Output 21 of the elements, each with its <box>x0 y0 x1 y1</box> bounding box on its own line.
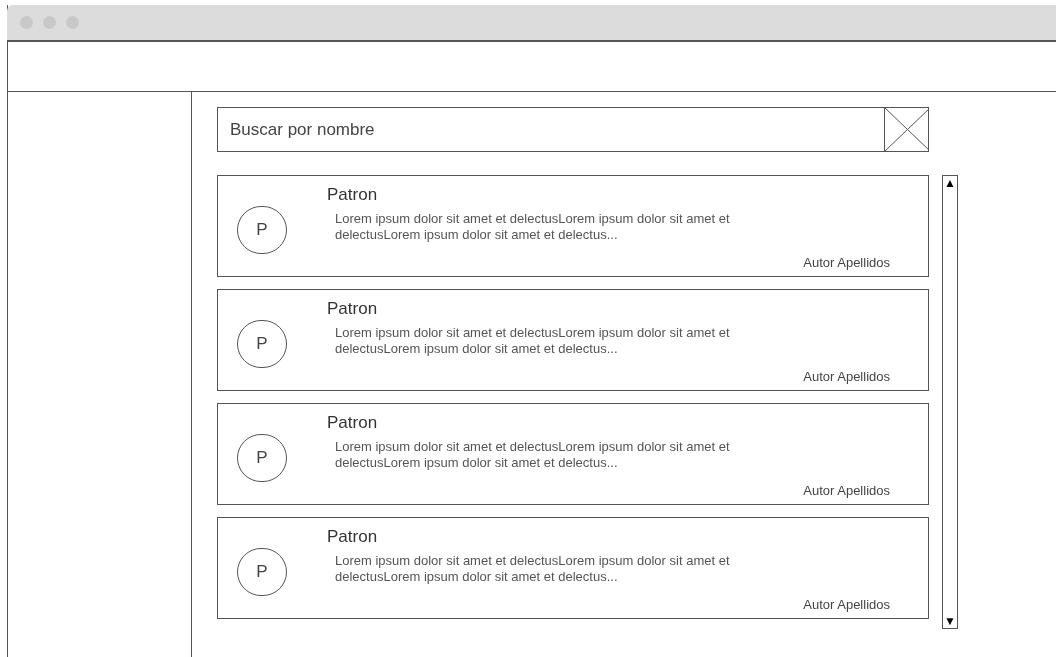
card-description: Lorem ipsum dolor sit amet et delectusLorem ipsum dolor sit amet et delectusLorem ipsum dolor sit amet et delectus... <box>335 325 731 357</box>
card-description: Lorem ipsum dolor sit amet et delectusLorem ipsum dolor sit amet et delectusLorem ipsum dolor sit amet et delectus... <box>335 211 731 243</box>
card-description: Lorem ipsum dolor sit amet et delectusLorem ipsum dolor sit amet et delectusLorem ipsum dolor sit amet et delectus... <box>335 439 731 471</box>
scrollbar[interactable]: ▲ ▼ <box>942 175 958 629</box>
list-card[interactable]: P Patron Lorem ipsum dolor sit amet et delectusLorem ipsum dolor sit amet et delectusLorem ipsum dolor sit amet et delectus... Autor Apellidos <box>217 403 929 505</box>
card-author: Autor Apellidos <box>803 253 890 272</box>
card-author: Autor Apellidos <box>803 367 890 386</box>
list-card[interactable]: P Patron Lorem ipsum dolor sit amet et delectusLorem ipsum dolor sit amet et delectusLorem ipsum dolor sit amet et delectus... Autor Apellidos <box>217 175 929 277</box>
list-card[interactable]: P Patron Lorem ipsum dolor sit amet et delectusLorem ipsum dolor sit amet et delectusLorem ipsum dolor sit amet et delectus... Autor Apellidos <box>217 517 929 619</box>
card-title: Patron <box>327 299 379 319</box>
search-field[interactable]: Buscar por nombre <box>217 107 884 152</box>
card-title: Patron <box>327 185 379 205</box>
scroll-down-arrow[interactable]: ▼ <box>944 614 956 628</box>
card-description: Lorem ipsum dolor sit amet et delectusLorem ipsum dolor sit amet et delectusLorem ipsum dolor sit amet et delectus... <box>335 553 731 585</box>
card-title: Patron <box>327 527 379 547</box>
card-title: Patron <box>327 413 379 433</box>
scroll-up-arrow[interactable]: ▲ <box>944 176 956 190</box>
image-placeholder-icon <box>884 107 929 152</box>
card-author: Autor Apellidos <box>803 481 890 500</box>
card-author: Autor Apellidos <box>803 595 890 614</box>
list-card[interactable]: P Patron Lorem ipsum dolor sit amet et delectusLorem ipsum dolor sit amet et delectusLorem ipsum dolor sit amet et delectus... Autor Apellidos <box>217 289 929 391</box>
